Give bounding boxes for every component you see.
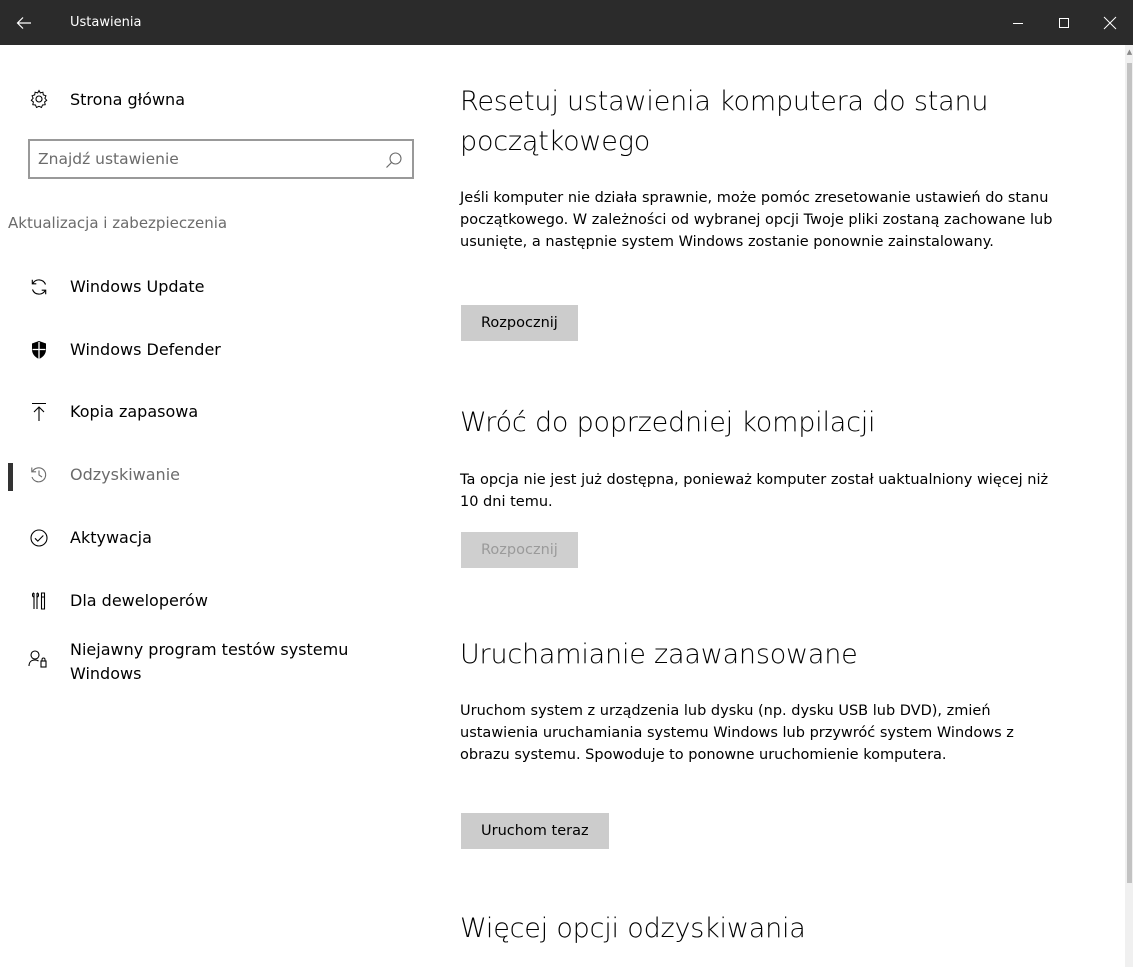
arrow-left-icon <box>16 16 31 29</box>
rollback-description: Ta opcja nie jest już dostępna, ponieważ… <box>460 472 1049 510</box>
maximize-icon <box>1059 17 1069 28</box>
rollback-heading: Wróć do poprzedniej kompilacji <box>460 407 876 438</box>
gear-icon <box>28 88 50 110</box>
section-label: Aktualizacja i zabezpieczenia <box>8 214 228 232</box>
sidebar-item-label: Windows Defender <box>70 340 221 359</box>
sidebar-item-label: Odzyskiwanie <box>70 465 180 484</box>
rollback-start-button[interactable]: Rozpocznij <box>461 532 578 568</box>
upload-icon <box>28 401 50 423</box>
sidebar-item-label: Aktywacja <box>70 528 152 547</box>
history-icon <box>28 464 50 486</box>
reset-heading: Resetuj ustawienia komputera do stanu po… <box>460 86 989 157</box>
advanced-startup-description: Uruchom system z urządzenia lub dysku (n… <box>460 703 1014 763</box>
home-link[interactable]: Strona główna <box>28 85 185 113</box>
title-bar: Ustawienia <box>0 0 1133 45</box>
reset-start-button[interactable]: Rozpocznij <box>461 305 578 341</box>
window-title: Ustawienia <box>70 15 142 30</box>
minimize-button[interactable] <box>995 0 1041 45</box>
shield-icon <box>28 339 50 361</box>
search-input[interactable] <box>38 141 378 177</box>
restart-now-button[interactable]: Uruchom teraz <box>461 813 609 849</box>
sync-icon <box>28 276 50 298</box>
close-icon <box>1103 16 1117 29</box>
check-circle-icon <box>28 527 50 549</box>
search-box[interactable] <box>28 139 414 179</box>
reset-description: Jeśli komputer nie działa sprawnie, może… <box>460 190 1053 250</box>
back-button[interactable] <box>0 0 48 45</box>
more-recovery-heading: Więcej opcji odzyskiwania <box>460 913 806 944</box>
main-content: Resetuj ustawienia komputera do stanu po… <box>430 45 1120 967</box>
minimize-icon <box>1013 22 1023 24</box>
sidebar: Strona główna Aktualizacja i zabezpiecze… <box>0 45 430 967</box>
scroll-thumb[interactable] <box>1127 63 1132 883</box>
advanced-startup-heading: Uruchamianie zaawansowane <box>460 639 858 670</box>
search-icon[interactable] <box>385 151 403 169</box>
sidebar-item-label: Dla deweloperów <box>70 591 208 610</box>
sidebar-item-label: Windows Update <box>70 277 205 296</box>
insider-icon <box>28 648 50 670</box>
maximize-button[interactable] <box>1041 0 1087 45</box>
developer-tools-icon <box>28 590 50 612</box>
sidebar-item-label: Niejawny program testów systemu Windows <box>70 640 349 683</box>
sidebar-item-label: Kopia zapasowa <box>70 402 199 421</box>
scroll-up-icon[interactable]: ▲ <box>1126 47 1133 57</box>
active-indicator <box>8 463 13 491</box>
home-label: Strona główna <box>70 89 185 109</box>
scrollbar[interactable]: ▲ <box>1125 45 1133 967</box>
close-button[interactable] <box>1087 0 1133 45</box>
